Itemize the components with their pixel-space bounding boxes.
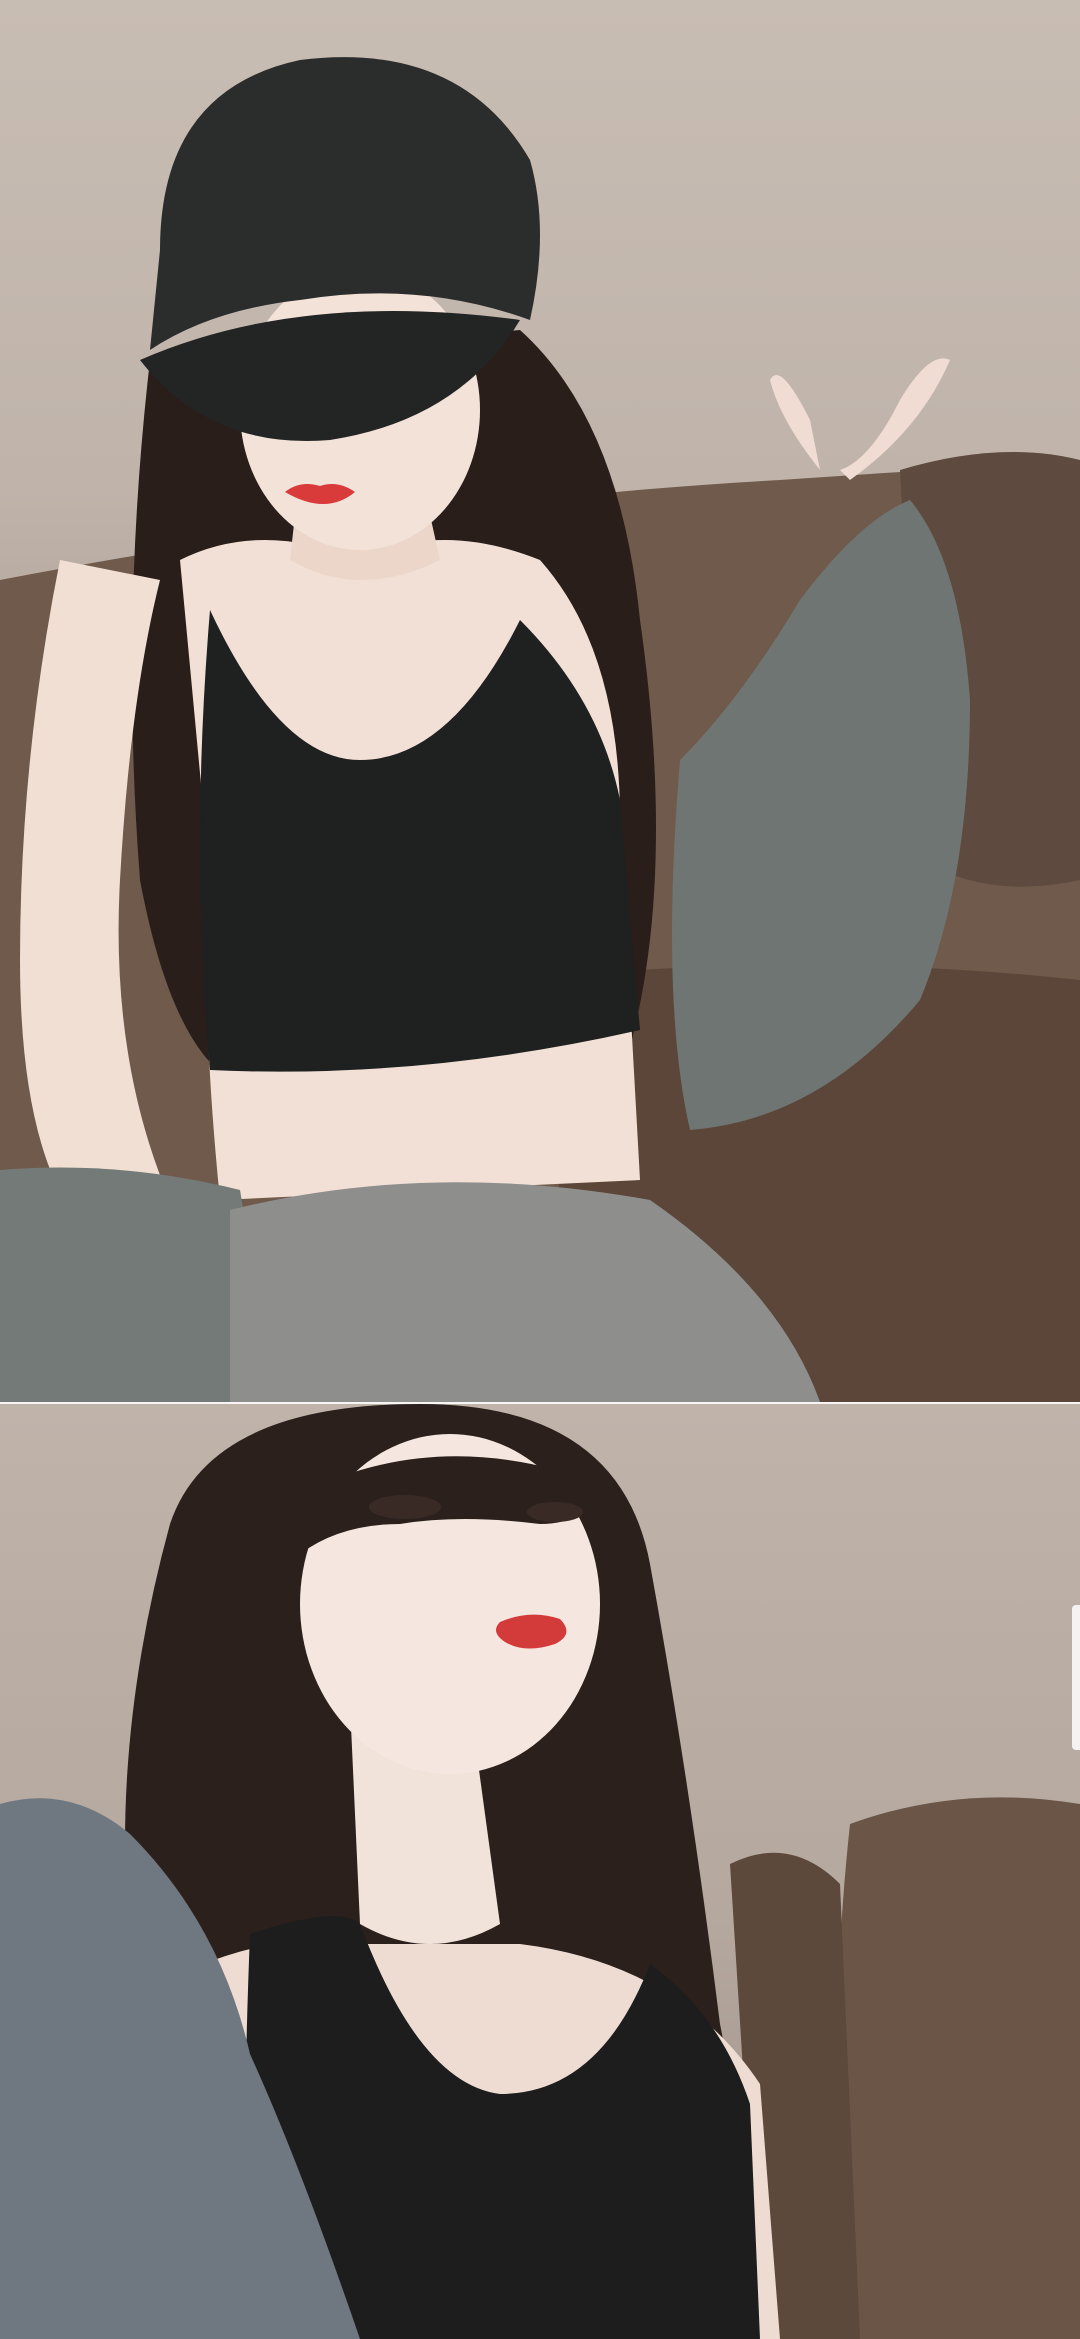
right-eye: [527, 1502, 583, 1522]
bottom-photo: [0, 1404, 1080, 2339]
left-eye: [369, 1495, 441, 1519]
image-canvas: [0, 0, 1080, 2339]
sweater-left: [0, 1167, 250, 1402]
top-photo: [0, 0, 1080, 1402]
sofa: [837, 1797, 1080, 2339]
top-photo-illustration: [0, 57, 1080, 1402]
bottom-photo-illustration: [0, 1404, 1080, 2339]
peace-hand: [770, 375, 820, 470]
scroll-indicator[interactable]: [1072, 1605, 1080, 1750]
